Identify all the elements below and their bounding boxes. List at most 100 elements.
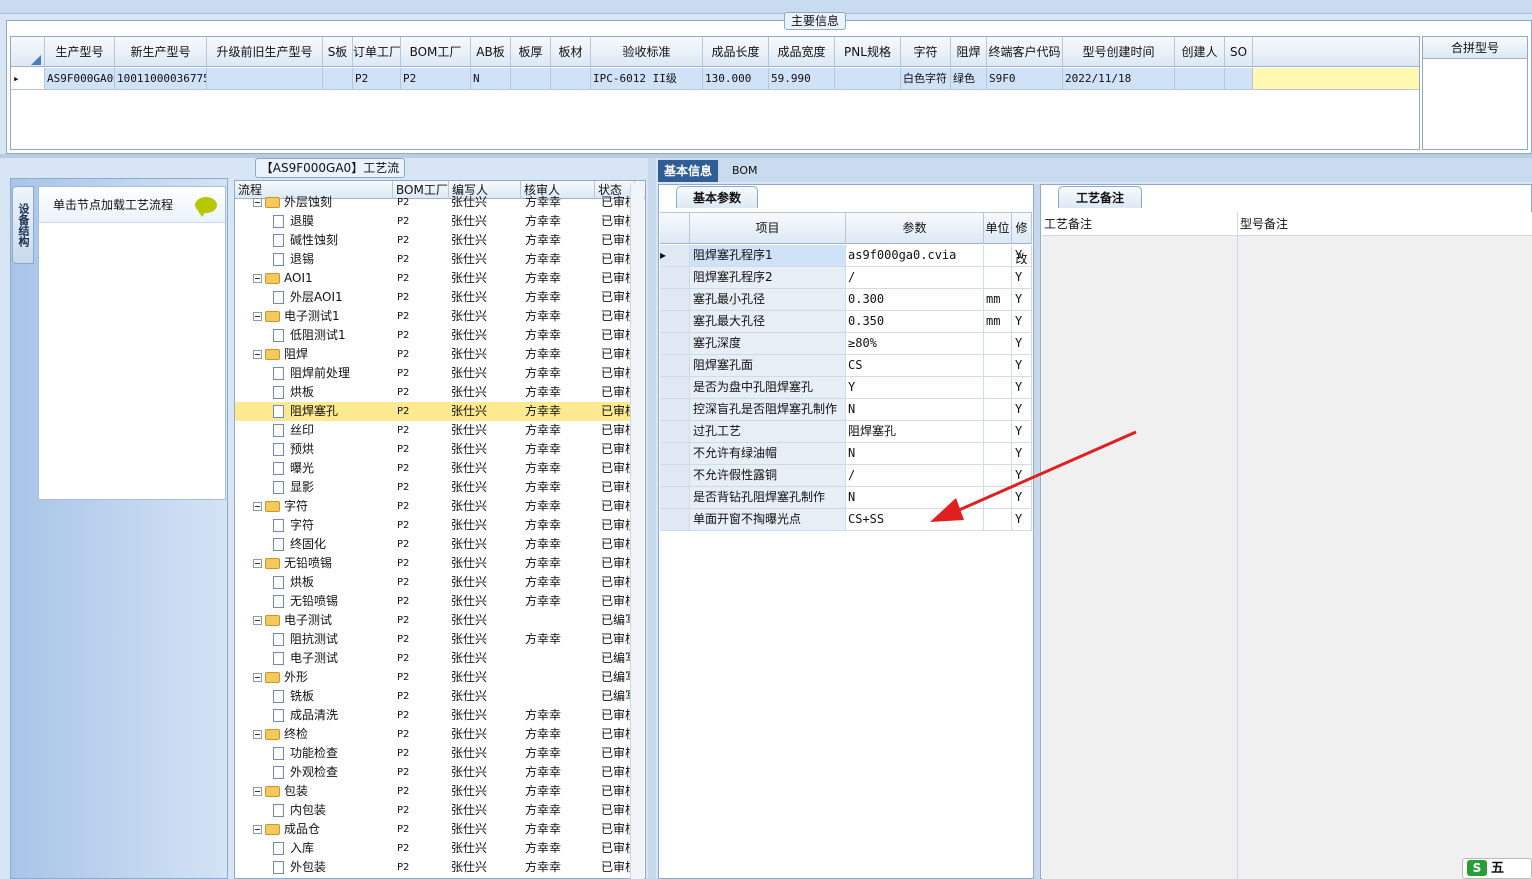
- grid-cell[interactable]: S9F0: [987, 68, 1063, 89]
- flow-tree-row[interactable]: 烘板 P2 张仕兴 方幸幸 已审核: [235, 573, 631, 592]
- param-row[interactable]: 控深盲孔是否阻焊塞孔制作 N Y: [660, 399, 1032, 421]
- flow-tree-row[interactable]: 碱性蚀刻 P2 张仕兴 方幸幸 已审核: [235, 231, 631, 250]
- column-header[interactable]: 型号创建时间: [1063, 37, 1175, 66]
- param-column-header[interactable]: 项目: [690, 213, 846, 244]
- row-indicator[interactable]: [660, 421, 690, 442]
- flow-tree-row[interactable]: 阻抗测试 P2 张仕兴 方幸幸 已审核: [235, 630, 631, 649]
- flow-tree-row[interactable]: 功能检查 P2 张仕兴 方幸幸 已审核: [235, 744, 631, 763]
- grid-cell[interactable]: [1225, 68, 1253, 89]
- flow-tree-row[interactable]: 无铅喷锡 P2 张仕兴 方幸幸 已审核: [235, 554, 631, 573]
- grid-cell[interactable]: 白色字符: [901, 68, 951, 89]
- flow-tree-row[interactable]: 包装 P2 张仕兴 方幸幸 已审核: [235, 782, 631, 801]
- tab-bom[interactable]: BOM: [726, 160, 764, 182]
- flow-tree-row[interactable]: 电子测试 P2 张仕兴 已编写: [235, 611, 631, 630]
- grid-cell[interactable]: [511, 68, 551, 89]
- flow-tree-row[interactable]: 字符 P2 张仕兴 方幸幸 已审核: [235, 497, 631, 516]
- param-value-cell[interactable]: 0.350: [846, 311, 984, 332]
- column-header[interactable]: 升级前旧生产型号: [207, 37, 323, 66]
- param-modify-cell[interactable]: Y: [1012, 311, 1032, 332]
- row-indicator[interactable]: [660, 509, 690, 530]
- flow-tree-row[interactable]: AOI1 P2 张仕兴 方幸幸 已审核: [235, 269, 631, 288]
- grid-cell[interactable]: [207, 68, 323, 89]
- collapse-toggle-icon[interactable]: [253, 559, 262, 568]
- grid-cell[interactable]: N: [471, 68, 511, 89]
- row-indicator[interactable]: [660, 487, 690, 508]
- param-modify-cell[interactable]: Y: [1012, 399, 1032, 420]
- grid-cell[interactable]: AS9F000GA0: [45, 68, 115, 89]
- column-header[interactable]: 创建人: [1175, 37, 1225, 66]
- param-value-cell[interactable]: Y: [846, 377, 984, 398]
- grid-cell[interactable]: [1175, 68, 1225, 89]
- column-header[interactable]: 验收标准: [591, 37, 703, 66]
- flow-tree-row[interactable]: 电子测试1 P2 张仕兴 方幸幸 已审核: [235, 307, 631, 326]
- flow-tree-row[interactable]: 退膜 P2 张仕兴 方幸幸 已审核: [235, 212, 631, 231]
- flow-tree-row[interactable]: 无铅喷锡 P2 张仕兴 方幸幸 已审核: [235, 592, 631, 611]
- param-column-header[interactable]: 修改: [1012, 213, 1032, 266]
- grid-cell[interactable]: P2: [353, 68, 401, 89]
- column-header[interactable]: PNL规格: [835, 37, 901, 66]
- grid-cell[interactable]: 2022/11/18: [1063, 68, 1175, 89]
- row-indicator[interactable]: [660, 333, 690, 354]
- grid-cell[interactable]: 绿色: [951, 68, 987, 89]
- flow-tree-row[interactable]: 外层AOI1 P2 张仕兴 方幸幸 已审核: [235, 288, 631, 307]
- column-header[interactable]: 阻焊: [951, 37, 987, 66]
- row-indicator[interactable]: [660, 355, 690, 376]
- param-column-header[interactable]: 单位: [984, 213, 1012, 244]
- flow-tree-row[interactable]: 入库 P2 张仕兴 方幸幸 已审核: [235, 839, 631, 858]
- row-indicator[interactable]: ▸: [660, 245, 690, 266]
- column-header[interactable]: 订单工厂: [353, 37, 401, 66]
- flow-tree-row[interactable]: 丝印 P2 张仕兴 方幸幸 已审核: [235, 421, 631, 440]
- param-column-header[interactable]: 参数: [846, 213, 984, 244]
- main-info-row[interactable]: ▸ AS9F000GA0 10011000036775 P2 P2 N IPC-6012 I…: [11, 68, 1419, 90]
- row-indicator[interactable]: [660, 443, 690, 464]
- collapse-toggle-icon[interactable]: [253, 274, 262, 283]
- param-modify-cell[interactable]: Y: [1012, 245, 1032, 266]
- param-row[interactable]: 阻焊塞孔面 CS Y: [660, 355, 1032, 377]
- ime-indicator[interactable]: S五: [1462, 858, 1532, 879]
- column-header[interactable]: BOM工厂: [401, 37, 471, 66]
- column-header[interactable]: AB板: [471, 37, 511, 66]
- grid-cell[interactable]: 130.000: [703, 68, 769, 89]
- param-modify-cell[interactable]: Y: [1012, 377, 1032, 398]
- flow-tree-row[interactable]: 烘板 P2 张仕兴 方幸幸 已审核: [235, 383, 631, 402]
- param-modify-cell[interactable]: Y: [1012, 289, 1032, 310]
- column-header[interactable]: 字符: [901, 37, 951, 66]
- param-row[interactable]: ▸ 阻焊塞孔程序1 as9f000ga0.cvia Y: [660, 245, 1032, 267]
- collapse-toggle-icon[interactable]: [253, 616, 262, 625]
- row-indicator[interactable]: [660, 311, 690, 332]
- param-value-cell[interactable]: N: [846, 399, 984, 420]
- row-indicator[interactable]: ▸: [11, 68, 45, 89]
- grid-cell[interactable]: P2: [401, 68, 471, 89]
- collapse-toggle-icon[interactable]: [253, 825, 262, 834]
- param-row[interactable]: 是否为盘中孔阻焊塞孔 Y Y: [660, 377, 1032, 399]
- param-row[interactable]: 塞孔深度 ≥80% Y: [660, 333, 1032, 355]
- flow-tree-row[interactable]: 低阻测试1 P2 张仕兴 方幸幸 已审核: [235, 326, 631, 345]
- param-row[interactable]: 塞孔最小孔径 0.300 mm Y: [660, 289, 1032, 311]
- column-header[interactable]: 成品长度: [703, 37, 769, 66]
- flow-tree-row[interactable]: 外观检查 P2 张仕兴 方幸幸 已审核: [235, 763, 631, 782]
- flow-tree-row[interactable]: 成品仓 P2 张仕兴 方幸幸 已审核: [235, 820, 631, 839]
- flow-tree-row[interactable]: 终检 P2 张仕兴 方幸幸 已审核: [235, 725, 631, 744]
- param-modify-cell[interactable]: Y: [1012, 333, 1032, 354]
- grid-cell[interactable]: IPC-6012 II级: [591, 68, 703, 89]
- param-value-cell[interactable]: as9f000ga0.cvia: [846, 245, 984, 266]
- param-modify-cell[interactable]: Y: [1012, 267, 1032, 288]
- model-notes-column[interactable]: 型号备注: [1238, 212, 1532, 879]
- row-indicator[interactable]: [660, 465, 690, 486]
- flow-tree-row[interactable]: 内包装 P2 张仕兴 方幸幸 已审核: [235, 801, 631, 820]
- collapse-toggle-icon[interactable]: [253, 502, 262, 511]
- flow-tree-row[interactable]: 终固化 P2 张仕兴 方幸幸 已审核: [235, 535, 631, 554]
- empty-cell[interactable]: [1253, 68, 1419, 89]
- collapse-toggle-icon[interactable]: [253, 312, 262, 321]
- collapse-toggle-icon[interactable]: [253, 350, 262, 359]
- column-header[interactable]: 新生产型号: [115, 37, 207, 66]
- column-header[interactable]: 板材: [551, 37, 591, 66]
- equipment-structure-tab[interactable]: 设备结构: [12, 186, 34, 264]
- tab-basic-params[interactable]: 基本参数: [676, 186, 758, 208]
- flow-tree-row[interactable]: 电子测试 P2 张仕兴 已编写: [235, 649, 631, 668]
- param-row[interactable]: 塞孔最大孔径 0.350 mm Y: [660, 311, 1032, 333]
- tab-process-notes[interactable]: 工艺备注: [1058, 186, 1142, 208]
- flow-tree-row[interactable]: 外包装 P2 张仕兴 方幸幸 已审核: [235, 858, 631, 877]
- param-row[interactable]: 阻焊塞孔程序2/ Y: [660, 267, 1032, 289]
- flow-tree-row[interactable]: 阻焊前处理 P2 张仕兴 方幸幸 已审核: [235, 364, 631, 383]
